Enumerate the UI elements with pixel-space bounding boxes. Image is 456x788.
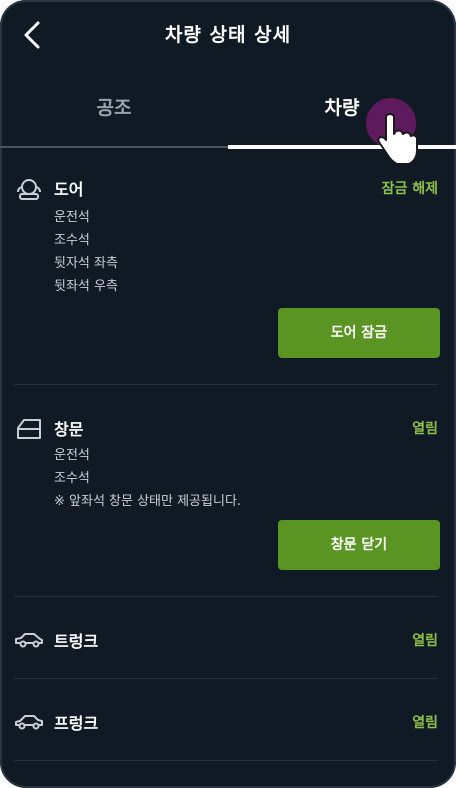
section-divider (14, 384, 438, 385)
window-title: 창문 (54, 420, 84, 439)
window-item: 운전석 (54, 448, 90, 463)
door-lock-button[interactable]: 도어 잠금 (278, 308, 440, 358)
window-item: 조수석 (54, 471, 90, 486)
window-note: ※ 앞좌석 창문 상태만 제공됩니다. (54, 494, 242, 509)
door-item: 조수석 (54, 233, 90, 248)
section-divider (14, 678, 438, 679)
trunk-section: 트렁크 열림 (0, 624, 456, 664)
door-icon (17, 179, 41, 200)
trunk-status: 열림 (412, 633, 438, 649)
section-divider (14, 760, 438, 761)
frunk-status: 열림 (412, 715, 438, 731)
window-close-button[interactable]: 창문 닫기 (278, 520, 440, 570)
tab-aircon[interactable]: 공조 (0, 80, 228, 146)
app-header: 차량 상태 상세 (0, 0, 456, 70)
frunk-section: 프렁크 열림 (0, 706, 456, 746)
door-section: 도어 잠금 해제 운전석 조수석 뒷자석 좌측 뒷좌석 우측 도어 잠금 (0, 168, 456, 384)
door-item: 뒷자석 좌측 (54, 256, 118, 271)
page-title: 차량 상태 상세 (164, 24, 292, 46)
trunk-car-icon (15, 633, 43, 648)
door-item: 운전석 (54, 210, 90, 225)
window-section: 창문 열림 운전석 조수석 ※ 앞좌석 창문 상태만 제공됩니다. 창문 닫기 (0, 410, 456, 596)
door-title: 도어 (54, 180, 84, 199)
section-divider (14, 596, 438, 597)
window-status: 열림 (412, 421, 438, 437)
door-status: 잠금 해제 (381, 181, 438, 197)
phone-screen: 차량 상태 상세 공조 차량 도어 잠금 해제 운전석 조수석 뒷자석 좌측 뒷… (0, 0, 456, 788)
trunk-title: 트렁크 (54, 632, 99, 651)
frunk-title: 프렁크 (54, 714, 99, 733)
pointer-hand-icon (377, 113, 418, 165)
frunk-car-icon (15, 715, 43, 730)
window-icon (17, 419, 41, 439)
door-item: 뒷좌석 우측 (54, 279, 118, 294)
